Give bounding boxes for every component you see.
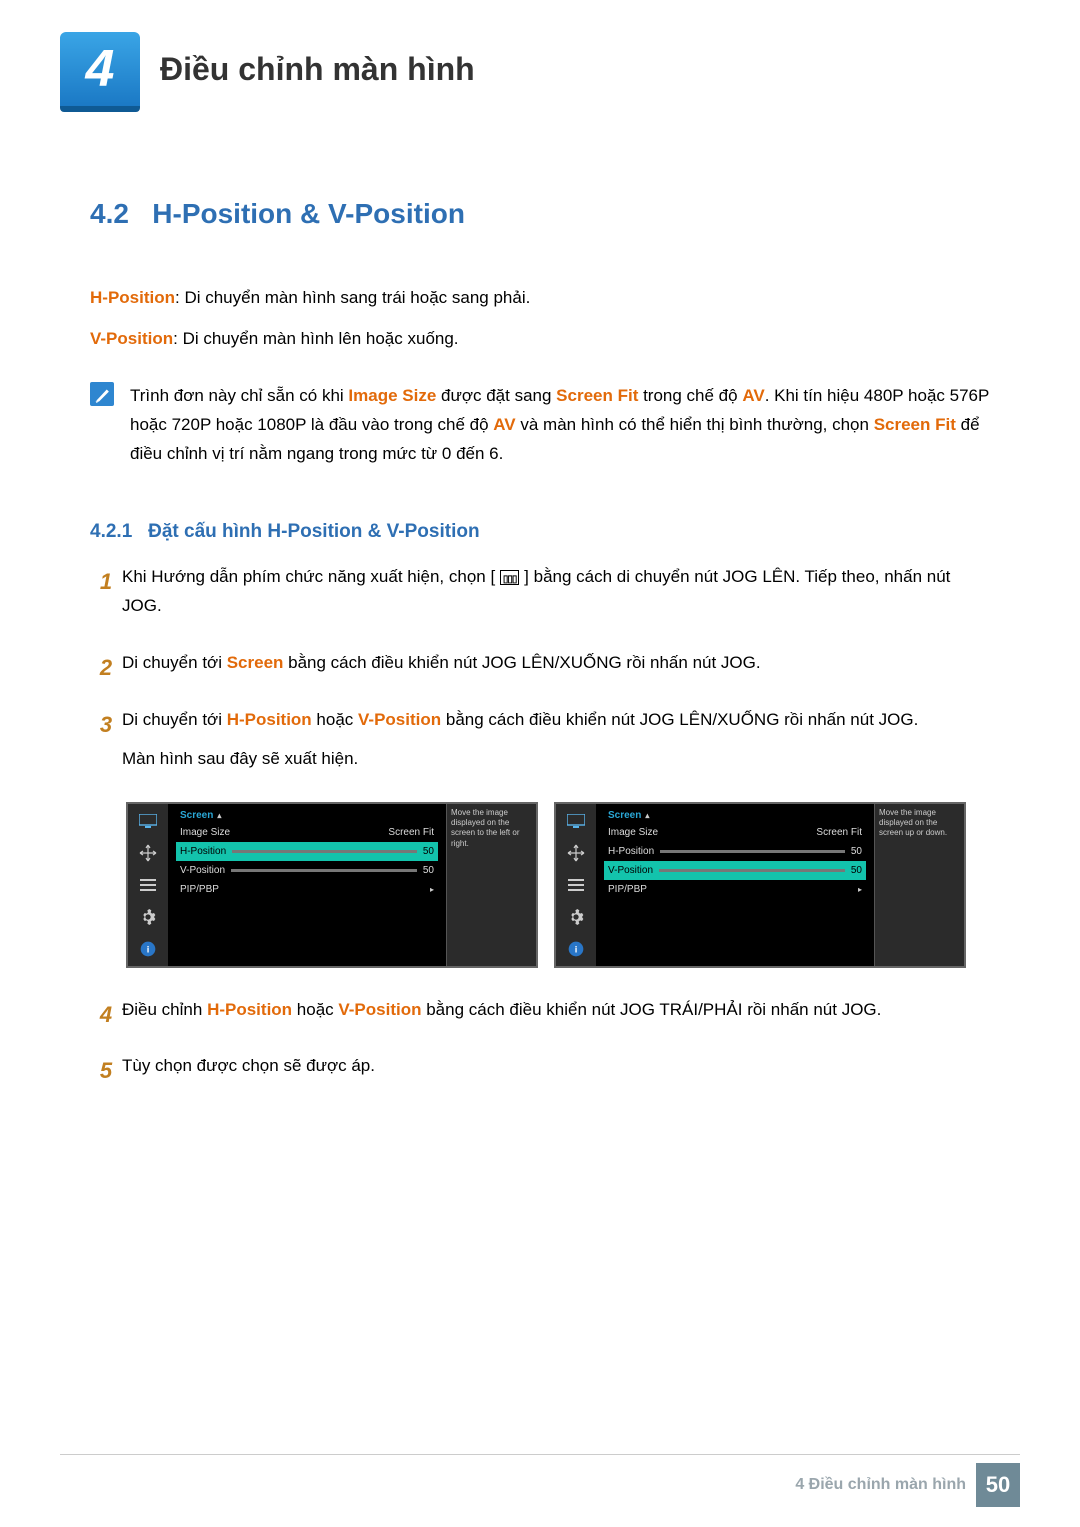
definitions: H-Position: Di chuyển màn hình sang trái… (90, 284, 990, 469)
step-1: 1 Khi Hướng dẫn phím chức năng xuất hiện… (90, 563, 990, 631)
step-number: 1 (90, 563, 122, 600)
osd-sidebar: i (556, 804, 596, 966)
svg-text:i: i (147, 944, 150, 954)
footer-divider (60, 1454, 1020, 1455)
info-icon: i (565, 938, 587, 960)
step-number: 5 (90, 1052, 122, 1089)
step-number: 2 (90, 649, 122, 686)
gear-icon (565, 906, 587, 928)
hposition-desc: : Di chuyển màn hình sang trái hoặc sang… (175, 288, 530, 307)
osd-sidebar: i (128, 804, 168, 966)
page-footer: 4 Điều chỉnh màn hình 50 (795, 1463, 1020, 1507)
step-4: 4 Điều chỉnh H-Position hoặc V-Position … (90, 996, 990, 1035)
info-icon: i (137, 938, 159, 960)
step-list: 1 Khi Hướng dẫn phím chức năng xuất hiện… (90, 563, 990, 783)
section-number: 4.2 (90, 198, 129, 229)
chapter-number: 4 (86, 39, 115, 99)
step-number: 4 (90, 996, 122, 1033)
step-list-cont: 4 Điều chỉnh H-Position hoặc V-Position … (90, 996, 990, 1092)
vposition-term: V-Position (90, 329, 173, 348)
note-text: Trình đơn này chỉ sẵn có khi Image Size … (130, 382, 990, 469)
subsection-number: 4.2.1 (90, 521, 132, 542)
section-title: H-Position & V-Position (152, 198, 465, 229)
step-5: 5 Tùy chọn được chọn sẽ được áp. (90, 1052, 990, 1091)
osd-hposition: i Screen▴ Image SizeScreen Fit H-Positio… (126, 802, 538, 968)
step-number: 3 (90, 706, 122, 743)
vposition-desc: : Di chuyển màn hình lên hoặc xuống. (173, 329, 458, 348)
gear-icon (137, 906, 159, 928)
svg-text:i: i (575, 944, 578, 954)
list-icon (137, 874, 159, 896)
osd-illustrations: i Screen▴ Image SizeScreen Fit H-Positio… (126, 802, 990, 968)
note-icon (90, 382, 114, 406)
monitor-icon (137, 810, 159, 832)
step-2: 2 Di chuyển tới Screen bằng cách điều kh… (90, 649, 990, 688)
list-icon (565, 874, 587, 896)
section-heading: 4.2 H-Position & V-Position (90, 198, 990, 230)
chapter-number-badge: 4 (60, 32, 140, 106)
page-number: 50 (976, 1463, 1020, 1507)
note-block: Trình đơn này chỉ sẵn có khi Image Size … (90, 382, 990, 469)
osd-menu-vposition-selected: V-Position50 (604, 861, 866, 880)
monitor-icon (565, 810, 587, 832)
move-icon (565, 842, 587, 864)
chapter-header: 4 Điều chỉnh màn hình (0, 0, 1080, 110)
subsection-title: Đặt cấu hình H-Position & V-Position (148, 521, 479, 542)
osd-help-text: Move the image displayed on the screen u… (874, 804, 964, 966)
osd-help-text: Move the image displayed on the screen t… (446, 804, 536, 966)
menu-button-icon: ▯▯▯ (500, 570, 520, 585)
move-icon (137, 842, 159, 864)
subsection-heading: 4.2.1 Đặt cấu hình H-Position & V-Positi… (90, 521, 990, 543)
chapter-title: Điều chỉnh màn hình (160, 51, 475, 88)
osd-vposition: i Screen▴ Image SizeScreen Fit H-Positio… (554, 802, 966, 968)
hposition-term: H-Position (90, 288, 175, 307)
step-3: 3 Di chuyển tới H-Position hoặc V-Positi… (90, 706, 990, 784)
osd-menu-hposition-selected: H-Position50 (176, 842, 438, 861)
footer-chapter: 4 Điều chỉnh màn hình (795, 1476, 966, 1494)
